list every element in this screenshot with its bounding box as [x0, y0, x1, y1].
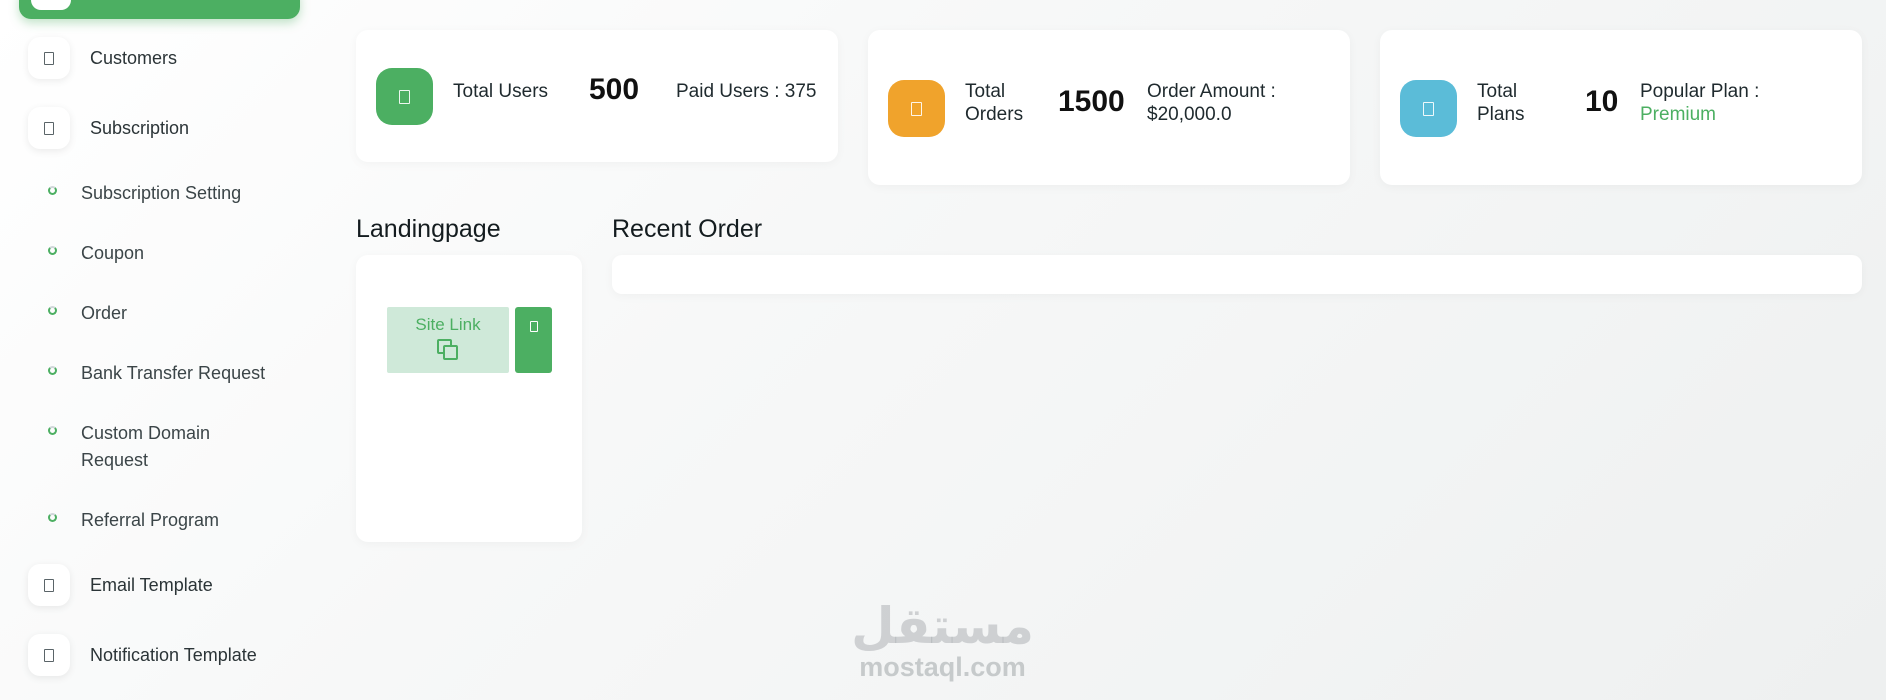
landingpage-card: Site Link	[356, 255, 582, 542]
stat-extra-value: $20,000.0	[1147, 104, 1232, 125]
site-link-label: Site Link	[415, 315, 481, 334]
bullet-icon	[48, 306, 57, 315]
sidebar-item-label: Email Template	[90, 574, 213, 595]
sidebar-subitem-label: Custom Domain Request	[81, 423, 211, 470]
stat-card-orders: Total Orders 1500 Order Amount : $20,000…	[868, 30, 1350, 185]
stat-extra: Order Amount : $20,000.0	[1147, 80, 1276, 126]
stat-extra-value: Premium	[1640, 104, 1717, 125]
document-icon	[28, 37, 70, 79]
sidebar-subitem-referral-program[interactable]: Referral Program	[48, 507, 281, 534]
site-link-button[interactable]: Site Link	[387, 307, 509, 373]
bullet-icon	[48, 366, 57, 375]
stat-extra-label: Popular Plan :	[1640, 81, 1760, 102]
document-icon	[28, 564, 70, 606]
copy-icon	[436, 338, 460, 362]
sidebar-item-email-template[interactable]: Email Template	[28, 560, 213, 610]
sidebar-item-notification-template[interactable]: Notification Template	[28, 630, 257, 680]
sidebar-item-customers[interactable]: Customers	[28, 33, 177, 83]
link-icon	[529, 321, 538, 332]
watermark-logo: مستقل	[851, 597, 1034, 655]
stat-value: 500	[589, 73, 640, 106]
sidebar-item-label: Subscription	[90, 117, 190, 138]
active-nav-item[interactable]	[19, 0, 300, 19]
bullet-icon	[48, 186, 57, 195]
recent-order-title: Recent Order	[612, 215, 763, 243]
sidebar-subitem-label: Referral Program	[81, 510, 220, 530]
stat-title: Total Users	[453, 81, 549, 102]
sidebar-subitem-label: Subscription Setting	[81, 183, 242, 203]
bullet-icon	[48, 426, 57, 435]
stat-extra: Popular Plan : Premium	[1640, 80, 1759, 126]
bullet-icon	[48, 513, 57, 522]
landingpage-title: Landingpage	[356, 215, 501, 243]
recent-order-table	[612, 255, 1862, 294]
stat-card-plans: Total Plans 10 Popular Plan : Premium	[1380, 30, 1862, 185]
stat-value: 10	[1585, 85, 1619, 118]
watermark-url: mostaql.com	[859, 652, 1026, 682]
sidebar-subitem-subscription-setting[interactable]: Subscription Setting	[48, 180, 281, 207]
dashboard-icon	[31, 0, 71, 10]
sidebar-subitem-custom-domain-request[interactable]: Custom Domain Request	[48, 420, 241, 474]
sidebar-subitem-label: Order	[81, 303, 128, 323]
stat-title: Total Orders	[965, 81, 1024, 125]
bullet-icon	[48, 246, 57, 255]
stat-card-users: Total Users 500 Paid Users : 375	[356, 30, 838, 162]
sidebar-subitem-label: Bank Transfer Request	[81, 363, 266, 383]
stat-extra: Paid Users : 375	[676, 81, 817, 102]
sidebar: Customers Subscription Subscription Sett…	[0, 0, 310, 700]
sidebar-item-subscription[interactable]: Subscription	[28, 103, 189, 153]
sidebar-item-label: Customers	[90, 47, 178, 68]
stat-value: 1500	[1058, 85, 1125, 118]
sidebar-item-label: Notification Template	[90, 644, 257, 665]
sidebar-subitem-label: Coupon	[81, 243, 145, 263]
sidebar-subitem-order[interactable]: Order	[48, 300, 281, 327]
sidebar-subitem-coupon[interactable]: Coupon	[48, 240, 281, 267]
orders-icon	[888, 80, 945, 137]
sidebar-subitem-bank-transfer-request[interactable]: Bank Transfer Request	[48, 360, 281, 387]
stat-title: Total Plans	[1477, 81, 1525, 125]
plans-icon	[1400, 80, 1457, 137]
open-link-button[interactable]	[515, 307, 552, 373]
document-icon	[28, 634, 70, 676]
users-icon	[376, 68, 433, 125]
stat-extra-label: Order Amount :	[1147, 81, 1276, 102]
document-icon	[28, 107, 70, 149]
